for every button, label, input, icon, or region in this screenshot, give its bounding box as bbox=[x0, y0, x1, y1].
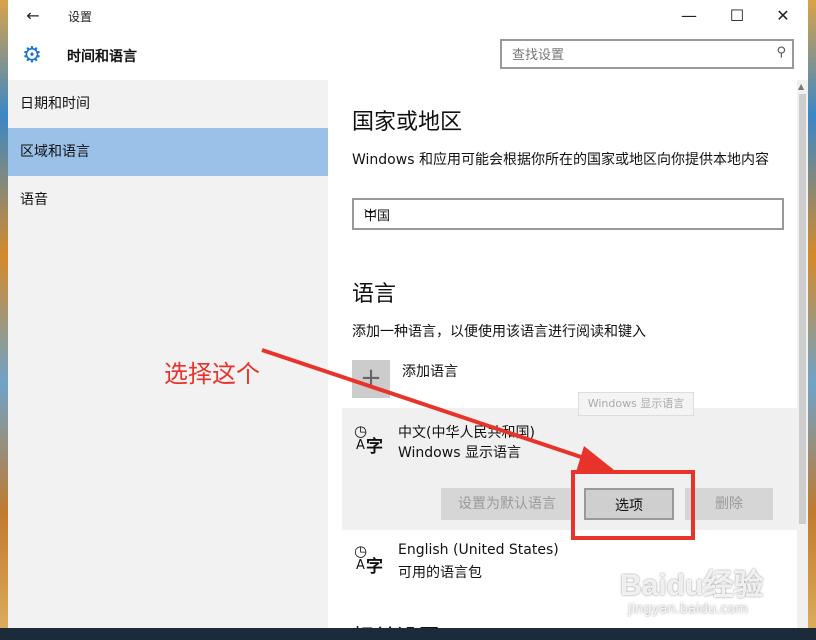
language-icon: ◷ A 字 bbox=[354, 542, 383, 577]
add-language-label: 添加语言 bbox=[402, 364, 458, 380]
set-default-button[interactable]: 设置为默认语言 bbox=[441, 488, 573, 520]
watermark-logo: Baidu经验 bbox=[620, 569, 764, 602]
main-content: 国家或地区 Windows 和应用可能会根据你所在的国家或地区向你提供本地内容 … bbox=[328, 80, 808, 640]
settings-window: ← 设置 — ☐ ✕ ⚙ 时间和语言 ⚲ 日期和时间 区域和语言 语音 国家或地… bbox=[8, 0, 808, 640]
language-icon: ◷ A 字 bbox=[354, 422, 383, 457]
back-arrow-icon[interactable]: ← bbox=[22, 5, 44, 27]
annotation-label: 选择这个 bbox=[164, 360, 260, 388]
title-bar: ← 设置 — ☐ ✕ bbox=[8, 0, 808, 32]
window-title: 设置 bbox=[68, 10, 93, 24]
close-button[interactable]: ✕ bbox=[760, 0, 806, 32]
language-heading: 语言 bbox=[352, 282, 397, 307]
language-description: 添加一种语言，以便使用该语言进行阅读和键入 bbox=[352, 324, 646, 340]
country-select[interactable]: 中国 ﹀ bbox=[352, 198, 784, 230]
search-icon[interactable]: ⚲ bbox=[776, 45, 786, 60]
language-status: Windows 显示语言 bbox=[398, 445, 521, 461]
maximize-button[interactable]: ☐ bbox=[714, 0, 760, 32]
language-name[interactable]: English (United States) bbox=[398, 542, 559, 558]
chevron-down-icon: ﹀ bbox=[364, 209, 378, 224]
tooltip: Windows 显示语言 bbox=[578, 392, 694, 416]
annotation-highlight-box bbox=[571, 470, 695, 540]
minimize-button[interactable]: — bbox=[666, 0, 712, 32]
sidebar-item-region-language[interactable]: 区域和语言 bbox=[8, 128, 328, 176]
region-heading: 国家或地区 bbox=[352, 110, 463, 135]
desktop-background-right bbox=[808, 0, 816, 640]
gear-icon: ⚙ bbox=[22, 43, 42, 68]
watermark: Baidu经验 jingyan.baidu.com bbox=[610, 560, 810, 624]
watermark-url: jingyan.baidu.com bbox=[628, 602, 748, 617]
sidebar-item-speech[interactable]: 语音 bbox=[8, 176, 328, 224]
language-status: 可用的语言包 bbox=[398, 565, 482, 581]
page-title: 时间和语言 bbox=[67, 49, 137, 65]
remove-button[interactable]: 删除 bbox=[685, 488, 773, 520]
scrollbar-thumb[interactable] bbox=[799, 94, 806, 524]
region-description: Windows 和应用可能会根据你所在的国家或地区向你提供本地内容 bbox=[352, 152, 769, 168]
taskbar bbox=[0, 628, 816, 640]
language-name: 中文(中华人民共和国) bbox=[398, 425, 535, 441]
sidebar-item-date-time[interactable]: 日期和时间 bbox=[8, 80, 328, 128]
desktop-background-left bbox=[0, 0, 8, 640]
scroll-up-icon[interactable]: ▲ bbox=[798, 82, 804, 91]
search-box[interactable]: ⚲ bbox=[500, 39, 794, 69]
scrollbar[interactable]: ▲ bbox=[797, 80, 808, 640]
plus-icon: + bbox=[352, 360, 390, 398]
settings-header: ⚙ 时间和语言 ⚲ bbox=[8, 32, 808, 80]
search-input[interactable] bbox=[510, 45, 764, 65]
